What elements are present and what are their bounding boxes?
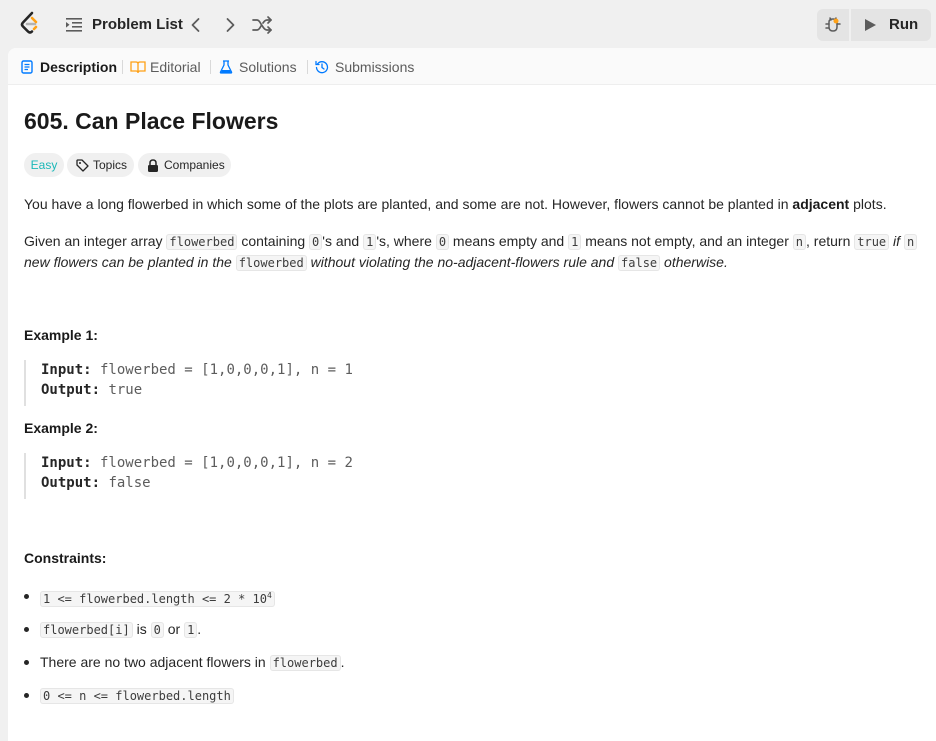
description-text: means not empty, and an integer bbox=[581, 233, 793, 249]
constraints-heading: Constraints: bbox=[24, 550, 107, 566]
book-icon bbox=[130, 61, 146, 74]
description-paragraph: new flowers can be planted in the flower… bbox=[24, 252, 728, 274]
description-text: containing bbox=[237, 233, 310, 249]
code-text: 1 <= flowerbed.length <= 2 * 10 bbox=[43, 592, 267, 606]
example-output: true bbox=[100, 382, 143, 398]
run-button[interactable]: Run bbox=[851, 9, 931, 41]
tab-solutions[interactable]: Solutions bbox=[219, 58, 309, 76]
example-heading: Example 1: bbox=[24, 327, 98, 343]
leetcode-logo-icon[interactable] bbox=[18, 11, 42, 37]
description-panel: Description Editorial Solutions Submissi… bbox=[8, 48, 936, 741]
inline-code: 1 <= flowerbed.length <= 2 * 104 bbox=[40, 591, 275, 607]
constraint-text: . bbox=[340, 654, 345, 670]
example-heading: Example 2: bbox=[24, 420, 98, 436]
inline-code: 1 bbox=[568, 234, 582, 250]
top-bar: Problem List Run bbox=[0, 0, 936, 48]
inline-code: 0 <= n <= flowerbed.length bbox=[40, 688, 234, 704]
problem-title: 605. Can Place Flowers bbox=[24, 108, 279, 134]
tab-editorial[interactable]: Editorial bbox=[130, 58, 210, 76]
description-text: if bbox=[889, 233, 904, 249]
inline-code: n bbox=[792, 234, 806, 250]
description-text: otherwise. bbox=[660, 254, 728, 270]
description-paragraph: Given an integer array flowerbed contain… bbox=[24, 231, 918, 253]
tab-solutions-label: Solutions bbox=[239, 59, 297, 75]
description-text: without violating the no-adjacent-flower… bbox=[306, 254, 619, 270]
inline-code: true bbox=[854, 234, 890, 250]
input-label: Input: bbox=[41, 362, 92, 378]
description-text: plots. bbox=[849, 196, 887, 212]
description-text: means empty and bbox=[449, 233, 569, 249]
inline-code: flowerbed bbox=[166, 234, 238, 250]
constraint-text: or bbox=[163, 621, 185, 637]
description-text: You have a long flowerbed in which some … bbox=[24, 196, 793, 212]
chevron-right-icon[interactable] bbox=[220, 15, 240, 35]
list-icon[interactable] bbox=[66, 18, 82, 32]
example-input: flowerbed = [1,0,0,0,1], n = 2 bbox=[91, 455, 353, 471]
tab-editorial-label: Editorial bbox=[150, 59, 201, 75]
constraint-text: is bbox=[132, 621, 151, 637]
inline-code: false bbox=[618, 255, 661, 271]
tab-description-label: Description bbox=[40, 59, 118, 75]
bullet bbox=[24, 693, 29, 698]
superscript: 4 bbox=[266, 591, 272, 600]
inline-code: flowerbed bbox=[235, 255, 307, 271]
companies-label: Companies bbox=[164, 158, 225, 172]
description-bold-text: adjacent bbox=[792, 196, 850, 212]
inline-code: 0 bbox=[150, 622, 164, 638]
tab-divider bbox=[122, 60, 123, 74]
play-icon bbox=[865, 19, 876, 31]
flask-icon bbox=[219, 60, 233, 74]
history-icon bbox=[315, 60, 329, 74]
bullet bbox=[24, 660, 29, 665]
topics-label: Topics bbox=[93, 158, 128, 172]
tab-submissions-label: Submissions bbox=[335, 59, 415, 75]
tab-description[interactable]: Description bbox=[20, 58, 120, 76]
description-icon bbox=[21, 60, 33, 74]
inline-code: n bbox=[903, 234, 918, 250]
inline-code: 0 bbox=[309, 234, 323, 250]
example-input: flowerbed = [1,0,0,0,1], n = 1 bbox=[91, 362, 353, 378]
output-label: Output: bbox=[41, 382, 101, 398]
inline-code: 1 bbox=[184, 622, 198, 638]
tab-divider bbox=[210, 60, 211, 74]
tag-icon bbox=[76, 159, 89, 172]
input-label: Input: bbox=[41, 455, 92, 471]
tab-submissions[interactable]: Submissions bbox=[315, 58, 425, 76]
shuffle-icon[interactable] bbox=[251, 15, 273, 35]
tab-divider bbox=[307, 60, 308, 74]
debug-button[interactable] bbox=[817, 9, 849, 41]
problem-list-link[interactable]: Problem List bbox=[92, 16, 183, 33]
run-label: Run bbox=[889, 16, 919, 33]
inline-code: flowerbed bbox=[269, 655, 341, 671]
description-text: new flowers can be planted in the bbox=[24, 254, 236, 270]
example-output: false bbox=[100, 475, 151, 491]
panel-tabs: Description Editorial Solutions Submissi… bbox=[8, 48, 936, 85]
inline-code: 0 bbox=[435, 234, 450, 250]
difficulty-badge: Easy bbox=[24, 153, 64, 177]
description-text: 's, where bbox=[376, 233, 436, 249]
bullet bbox=[24, 594, 29, 599]
example-block: Input: flowerbed = [1,0,0,0,1], n = 2 Ou… bbox=[24, 453, 624, 499]
output-label: Output: bbox=[41, 475, 101, 491]
description-text: 's and bbox=[322, 233, 364, 249]
example-block: Input: flowerbed = [1,0,0,0,1], n = 1 Ou… bbox=[24, 360, 624, 406]
inline-code: 1 bbox=[363, 234, 377, 250]
debug-icon bbox=[825, 17, 841, 32]
description-text: , return bbox=[806, 233, 855, 249]
description-text: Given an integer array bbox=[24, 233, 167, 249]
constraint-text: There are no two adjacent flowers in bbox=[40, 654, 270, 670]
chevron-left-icon[interactable] bbox=[186, 15, 206, 35]
topics-button[interactable]: Topics bbox=[67, 153, 134, 177]
companies-button[interactable]: Companies bbox=[138, 153, 231, 177]
bullet bbox=[24, 627, 29, 632]
lock-icon bbox=[148, 159, 158, 172]
constraint-text: . bbox=[197, 621, 202, 637]
description-paragraph: You have a long flowerbed in which some … bbox=[24, 194, 887, 215]
inline-code: flowerbed[i] bbox=[40, 622, 133, 638]
